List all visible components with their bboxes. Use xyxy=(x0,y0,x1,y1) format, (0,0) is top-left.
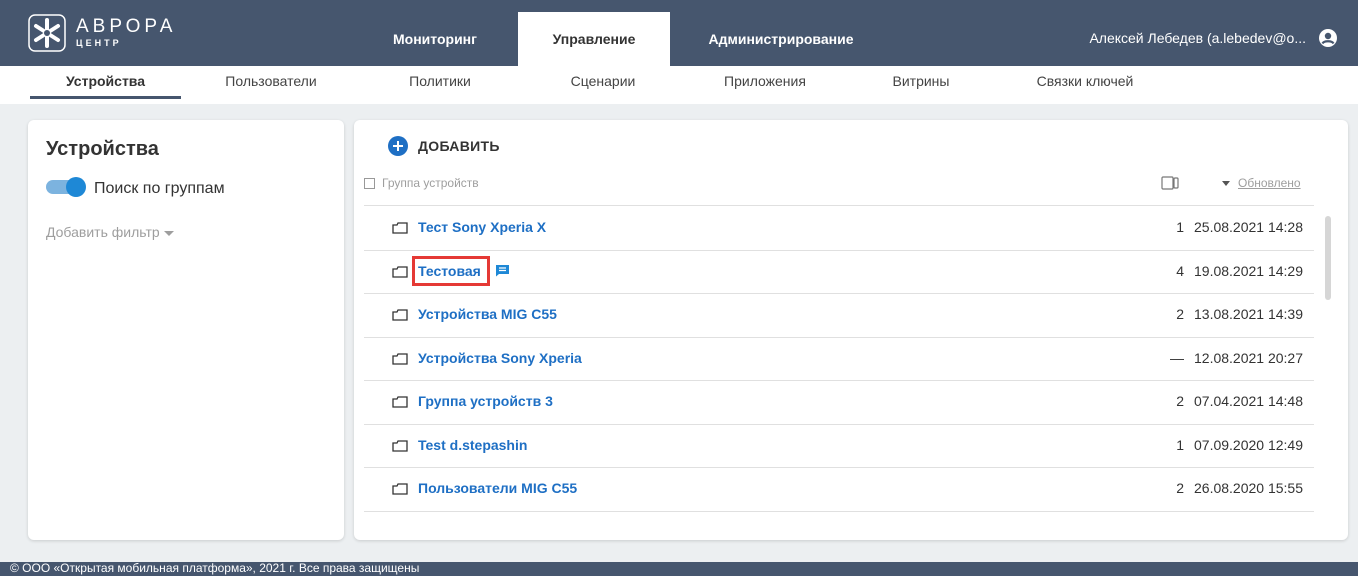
subtab-policies[interactable]: Политики xyxy=(370,66,510,104)
updated-date: 26.08.2020 15:55 xyxy=(1194,480,1303,496)
group-column-header: Группа устройств xyxy=(382,176,479,190)
device-count: 1 xyxy=(1176,219,1184,235)
highlight-box xyxy=(412,255,490,286)
logo[interactable]: АВРОРА ЦЕНТР xyxy=(28,14,176,52)
group-name[interactable]: Группа устройств 3 xyxy=(418,393,553,409)
copyright-text: © ООО «Открытая мобильная платформа», 20… xyxy=(10,562,420,575)
folder-icon xyxy=(392,396,408,408)
footer: © ООО «Открытая мобильная платформа», 20… xyxy=(0,562,1358,576)
select-all-checkbox[interactable] xyxy=(364,178,375,189)
subtab-users[interactable]: Пользователи xyxy=(196,66,346,104)
add-filter-label: Добавить фильтр xyxy=(46,224,160,240)
table-row[interactable]: Test d.stepashin 1 07.09.2020 12:49 xyxy=(364,425,1314,468)
comment-icon[interactable] xyxy=(495,264,510,277)
sort-caret-icon xyxy=(1222,181,1230,187)
tab-administration[interactable]: Администрирование xyxy=(688,12,874,66)
filter-panel: Устройства Поиск по группам Добавить фил… xyxy=(28,120,344,540)
add-filter-dropdown[interactable]: Добавить фильтр xyxy=(46,224,174,240)
group-search-toggle[interactable] xyxy=(46,177,86,197)
device-count: 4 xyxy=(1176,262,1184,279)
top-bar: АВРОРА ЦЕНТР Мониторинг Управление Админ… xyxy=(0,0,1358,66)
group-name[interactable]: Test d.stepashin xyxy=(418,437,527,453)
list-header: Группа устройств Обновлено xyxy=(364,176,1314,206)
updated-date: 19.08.2021 14:29 xyxy=(1194,262,1303,279)
device-count: 1 xyxy=(1176,436,1184,453)
group-name[interactable]: Пользователи MIG C55 xyxy=(418,480,577,496)
group-name[interactable]: Устройства Sony Xperia xyxy=(418,350,582,366)
group-name[interactable]: Тест Sony Xperia X xyxy=(418,219,546,235)
add-button-label: ДОБАВИТЬ xyxy=(418,138,500,154)
device-count: — xyxy=(1170,349,1184,366)
subtab-storefronts[interactable]: Витрины xyxy=(856,66,986,104)
tab-management[interactable]: Управление xyxy=(518,12,670,66)
device-groups-panel: ДОБАВИТЬ Группа устройств Обновлено Тест… xyxy=(354,120,1348,540)
sort-label: Обновлено xyxy=(1238,176,1301,190)
logo-subtitle: ЦЕНТР xyxy=(76,38,122,48)
folder-icon xyxy=(392,352,408,365)
list-scrollbar[interactable] xyxy=(1325,216,1331,300)
toggle-knob xyxy=(66,177,86,197)
folder-icon xyxy=(392,265,408,278)
group-name[interactable]: Устройства MIG C55 xyxy=(418,306,557,322)
devices-count-icon xyxy=(1161,176,1179,190)
table-row[interactable]: Тест Sony Xperia X 1 25.08.2021 14:28 xyxy=(364,207,1314,251)
logo-title: АВРОРА xyxy=(76,16,177,37)
filter-panel-title: Устройства xyxy=(46,138,159,160)
table-row[interactable]: Группа устройств 3 2 07.04.2021 14:48 xyxy=(364,381,1314,425)
folder-icon xyxy=(392,222,408,234)
updated-date: 13.08.2021 14:39 xyxy=(1194,306,1303,322)
subtab-scenarios[interactable]: Сценарии xyxy=(528,66,678,104)
caret-down-icon xyxy=(163,230,174,236)
updated-date: 12.08.2021 20:27 xyxy=(1194,349,1303,366)
add-button[interactable]: ДОБАВИТЬ xyxy=(388,136,500,156)
subtab-devices[interactable]: Устройства xyxy=(30,66,181,104)
table-row[interactable]: Пользователи MIG C55 2 26.08.2020 15:55 xyxy=(364,468,1314,512)
updated-date: 25.08.2021 14:28 xyxy=(1194,219,1303,235)
plus-circle-icon xyxy=(388,136,408,156)
device-count: 2 xyxy=(1176,306,1184,322)
user-account-icon xyxy=(1319,29,1337,47)
table-row[interactable]: Тестовая 4 19.08.2021 14:29 xyxy=(364,251,1314,294)
folder-icon xyxy=(392,309,408,321)
group-search-label: Поиск по группам xyxy=(94,180,225,197)
updated-date: 07.09.2020 12:49 xyxy=(1194,436,1303,453)
table-row[interactable]: Устройства MIG C55 2 13.08.2021 14:39 xyxy=(364,294,1314,338)
sub-navigation: Устройства Пользователи Политики Сценари… xyxy=(0,66,1358,104)
updated-date: 07.04.2021 14:48 xyxy=(1194,393,1303,409)
folder-icon xyxy=(392,439,408,452)
folder-icon xyxy=(392,483,408,495)
device-count: 2 xyxy=(1176,480,1184,496)
tab-monitoring[interactable]: Мониторинг xyxy=(370,12,500,66)
device-count: 2 xyxy=(1176,393,1184,409)
user-menu[interactable]: Алексей Лебедев (a.lebedev@o... xyxy=(1089,28,1338,48)
sort-by-updated[interactable]: Обновлено xyxy=(1222,176,1301,190)
table-row[interactable]: Устройства Sony Xperia — 12.08.2021 20:2… xyxy=(364,338,1314,381)
aurora-logo-icon xyxy=(28,14,66,52)
subtab-keychains[interactable]: Связки ключей xyxy=(1010,66,1160,104)
subtab-applications[interactable]: Приложения xyxy=(690,66,840,104)
user-name: Алексей Лебедев (a.lebedev@o... xyxy=(1089,30,1306,46)
device-group-list: Тест Sony Xperia X 1 25.08.2021 14:28 Те… xyxy=(364,207,1314,512)
